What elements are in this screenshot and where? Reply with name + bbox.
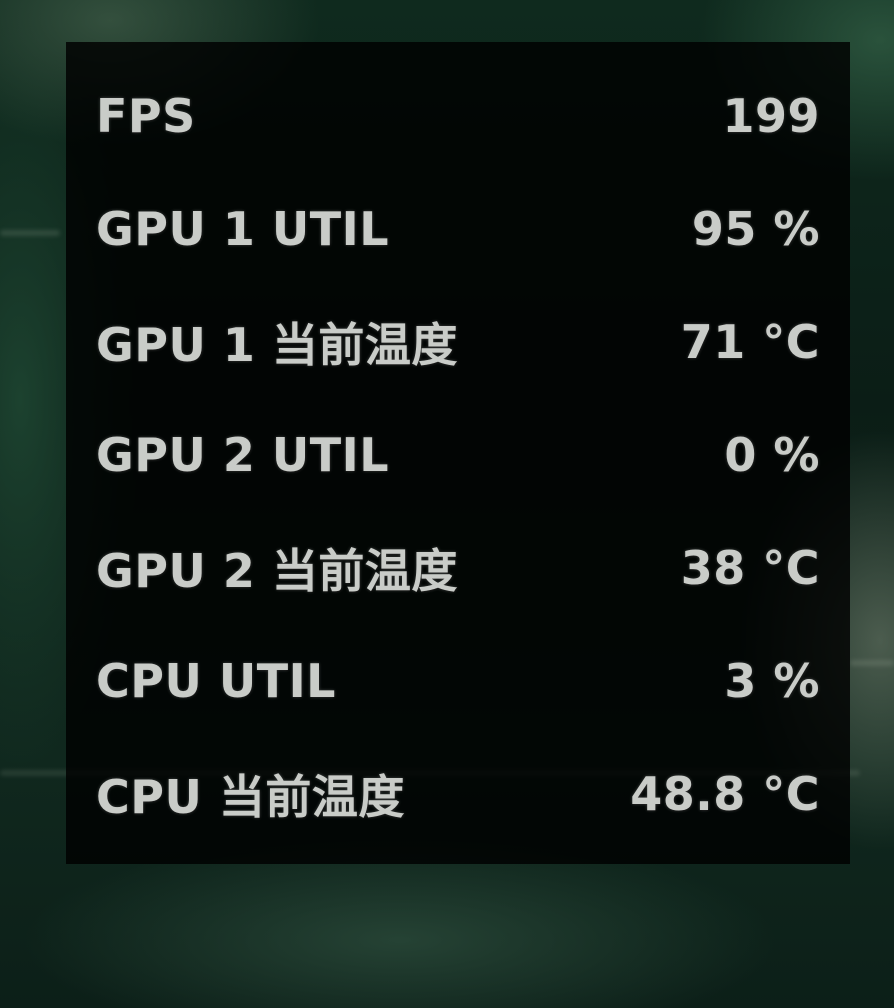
metric-row-gpu2-temp: GPU 2 当前温度 38 °C [96, 520, 820, 616]
metric-value: 199 [722, 89, 820, 143]
background-streak [0, 230, 60, 236]
background-streak [850, 660, 894, 666]
metric-row-gpu1-util: GPU 1 UTIL 95 % [96, 181, 820, 277]
metric-row-cpu-util: CPU UTIL 3 % [96, 633, 820, 729]
metric-label: CPU UTIL [96, 654, 336, 708]
metric-label: GPU 2 当前温度 [96, 544, 458, 598]
metric-label: GPU 1 UTIL [96, 202, 390, 256]
performance-overlay-panel: FPS 199 GPU 1 UTIL 95 % GPU 1 当前温度 71 °C… [66, 42, 850, 864]
metric-row-fps: FPS 199 [96, 68, 820, 164]
metric-value: 71 °C [680, 315, 820, 369]
metric-value: 38 °C [680, 541, 820, 595]
metric-row-cpu-temp: CPU 当前温度 48.8 °C [96, 746, 820, 842]
metric-value: 95 % [691, 202, 820, 256]
metric-row-gpu1-temp: GPU 1 当前温度 71 °C [96, 294, 820, 390]
metric-row-gpu2-util: GPU 2 UTIL 0 % [96, 407, 820, 503]
metric-label: GPU 2 UTIL [96, 428, 390, 482]
metric-label: FPS [96, 89, 196, 143]
metric-value: 48.8 °C [630, 767, 820, 821]
metric-label: CPU 当前温度 [96, 770, 405, 824]
metric-value: 3 % [724, 654, 820, 708]
metric-value: 0 % [724, 428, 820, 482]
metric-label: GPU 1 当前温度 [96, 318, 458, 372]
